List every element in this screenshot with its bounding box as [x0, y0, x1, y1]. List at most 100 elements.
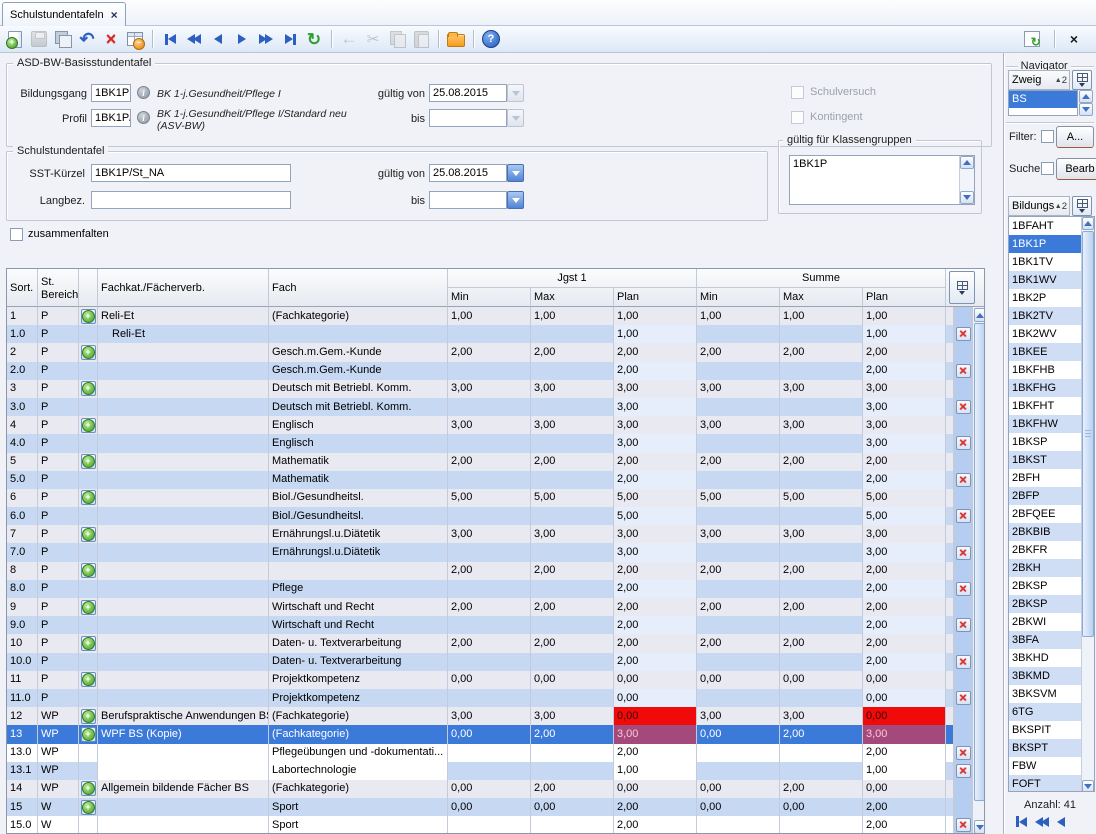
list-item[interactable]: 2BKH: [1009, 559, 1083, 577]
table-row[interactable]: 6PBiol./Gesundheitsl.5,005,005,005,005,0…: [7, 489, 972, 507]
delete-row-button[interactable]: ×: [956, 618, 971, 632]
list-item[interactable]: 1BKST: [1009, 451, 1083, 469]
list-item[interactable]: 1BKFHB: [1009, 361, 1083, 379]
table-row[interactable]: 12WPBerufspraktische Anwendungen BS(Fach…: [7, 707, 972, 725]
close-panel-icon[interactable]: ×: [1066, 31, 1082, 47]
delete-row-button[interactable]: ×: [956, 436, 971, 450]
table-row[interactable]: 11PProjektkompetenz0,000,000,000,000,000…: [7, 671, 972, 689]
scroll-down-icon[interactable]: [1082, 780, 1094, 792]
klassengruppen-scrollbar[interactable]: [959, 156, 974, 204]
nav-first-icon[interactable]: [1016, 816, 1027, 827]
table-vertical-scrollbar[interactable]: [972, 307, 985, 834]
gueltig-von-input[interactable]: 25.08.2015: [429, 164, 507, 182]
table-row[interactable]: 9PWirtschaft und Recht2,002,002,002,002,…: [7, 598, 972, 616]
zweig-column-header[interactable]: Zweig ▲2: [1008, 70, 1070, 90]
table-row[interactable]: 8P2,002,002,002,002,002,00: [7, 562, 972, 580]
table-row[interactable]: 6.0PBiol./Gesundheitsl.5,005,00×: [7, 507, 972, 525]
list-item[interactable]: 1BK2TV: [1009, 307, 1083, 325]
list-item[interactable]: 1BKFHW: [1009, 415, 1083, 433]
scroll-up-icon[interactable]: [1082, 217, 1094, 230]
bis-input[interactable]: [429, 191, 507, 209]
zweig-list[interactable]: BS: [1008, 90, 1078, 116]
list-item[interactable]: 3BKMD: [1009, 667, 1083, 685]
list-item[interactable]: 2BKSP: [1009, 577, 1083, 595]
list-item[interactable]: BKSPT: [1009, 739, 1083, 757]
delete-row-button[interactable]: ×: [956, 364, 971, 378]
new-record-icon[interactable]: [4, 28, 26, 50]
nav-last-icon[interactable]: [279, 28, 301, 50]
expand-row-button[interactable]: [81, 381, 96, 396]
expand-row-button[interactable]: [81, 345, 96, 360]
table-row[interactable]: 9.0PWirtschaft und Recht2,002,00×: [7, 616, 972, 634]
list-item[interactable]: 3BKHD: [1009, 649, 1083, 667]
list-item[interactable]: 1BK1WV: [1009, 271, 1083, 289]
bildungsgang-list[interactable]: 1BFAHT1BK1P1BK1TV1BK1WV1BK2P1BK2TV1BK2WV…: [1008, 216, 1095, 792]
list-item[interactable]: 1BK1TV: [1009, 253, 1083, 271]
list-item[interactable]: 2BKSP: [1009, 595, 1083, 613]
gueltig-von-dropdown[interactable]: [507, 164, 524, 182]
table-row[interactable]: 1PReli-Et(Fachkategorie)1,001,001,001,00…: [7, 307, 972, 325]
folder-icon[interactable]: [445, 28, 467, 50]
profil-input[interactable]: 1BK1P/: [91, 109, 131, 127]
spin-up-icon[interactable]: [1079, 90, 1093, 103]
nav-fast-prev-icon[interactable]: [183, 28, 205, 50]
table-row[interactable]: 13WPWPF BS (Kopie)(Fachkategorie)0,002,0…: [7, 725, 972, 743]
delete-row-button[interactable]: ×: [956, 509, 971, 523]
bildungsgang-input[interactable]: 1BK1P: [91, 84, 131, 102]
list-item[interactable]: BS: [1009, 91, 1077, 108]
table-row[interactable]: 4PEnglisch3,003,003,003,003,003,00: [7, 416, 972, 434]
filter-checkbox[interactable]: [1041, 130, 1054, 143]
expand-row-button[interactable]: [81, 527, 96, 542]
delete-row-button[interactable]: ×: [956, 764, 971, 778]
gueltig-von-input[interactable]: 25.08.2015: [429, 84, 507, 102]
table-row[interactable]: 13.0WPPflegeübungen und -dokumentati...2…: [7, 744, 972, 762]
bildungsgang-column-header[interactable]: Bildungs... ▲2: [1008, 196, 1070, 216]
table-row[interactable]: 10PDaten- u. Textverarbeitung2,002,002,0…: [7, 634, 972, 652]
nav-prev-icon[interactable]: [1057, 817, 1065, 827]
expand-row-button[interactable]: [81, 418, 96, 433]
zusammenfalten-checkbox[interactable]: [10, 228, 23, 241]
delete-row-button[interactable]: ×: [956, 400, 971, 414]
list-item[interactable]: 6TG: [1009, 703, 1083, 721]
list-item[interactable]: 1BK2P: [1009, 289, 1083, 307]
zweig-column-chooser-button[interactable]: [1072, 70, 1092, 90]
scroll-up-icon[interactable]: [974, 308, 985, 322]
table-row[interactable]: 5.0PMathematik2,002,00×: [7, 471, 972, 489]
list-scrollbar[interactable]: [1081, 217, 1094, 792]
scroll-up-icon[interactable]: [960, 156, 974, 169]
nav-fast-next-icon[interactable]: [255, 28, 277, 50]
help-icon[interactable]: [480, 28, 502, 50]
delete-row-button[interactable]: ×: [956, 582, 971, 596]
tab-close-icon[interactable]: ×: [111, 10, 118, 20]
tab-schulstundentafeln[interactable]: Schulstundentafeln ×: [2, 2, 126, 26]
list-item[interactable]: 1BKFHG: [1009, 379, 1083, 397]
table-row[interactable]: 8.0PPflege2,002,00×: [7, 580, 972, 598]
column-chooser-button[interactable]: [949, 271, 975, 304]
expand-row-button[interactable]: [81, 563, 96, 578]
expand-row-button[interactable]: [81, 636, 96, 651]
list-item[interactable]: 2BFH: [1009, 469, 1083, 487]
expand-row-button[interactable]: [81, 727, 96, 742]
sst-kuerzel-input[interactable]: 1BK1P/St_NA: [91, 164, 291, 182]
table-row[interactable]: 15WSport0,000,002,000,000,002,00: [7, 798, 972, 816]
list-item[interactable]: 1BKFHT: [1009, 397, 1083, 415]
export-window-icon[interactable]: [1021, 28, 1043, 50]
table-row[interactable]: 1.0PReli-Et1,001,00×: [7, 325, 972, 343]
list-item[interactable]: 2BKBIB: [1009, 523, 1083, 541]
expand-row-button[interactable]: [81, 309, 96, 324]
delete-row-button[interactable]: ×: [956, 473, 971, 487]
expand-row-button[interactable]: [81, 600, 96, 615]
nav-prev-icon[interactable]: [207, 28, 229, 50]
list-item[interactable]: BKSPIT: [1009, 721, 1083, 739]
copy-record-icon[interactable]: [52, 28, 74, 50]
delete-row-button[interactable]: ×: [956, 691, 971, 705]
list-item[interactable]: 2BKWI: [1009, 613, 1083, 631]
table-row[interactable]: 3PDeutsch mit Betriebl. Komm.3,003,003,0…: [7, 380, 972, 398]
table-row[interactable]: 13.1WPLabortechnologie1,001,00×: [7, 762, 972, 780]
filter-button[interactable]: A...: [1056, 126, 1094, 148]
undo-icon[interactable]: [76, 28, 98, 50]
table-row[interactable]: 10.0PDaten- u. Textverarbeitung2,002,00×: [7, 653, 972, 671]
list-item[interactable]: FOFT: [1009, 775, 1083, 792]
suche-checkbox[interactable]: [1041, 162, 1054, 175]
expand-row-button[interactable]: [81, 454, 96, 469]
